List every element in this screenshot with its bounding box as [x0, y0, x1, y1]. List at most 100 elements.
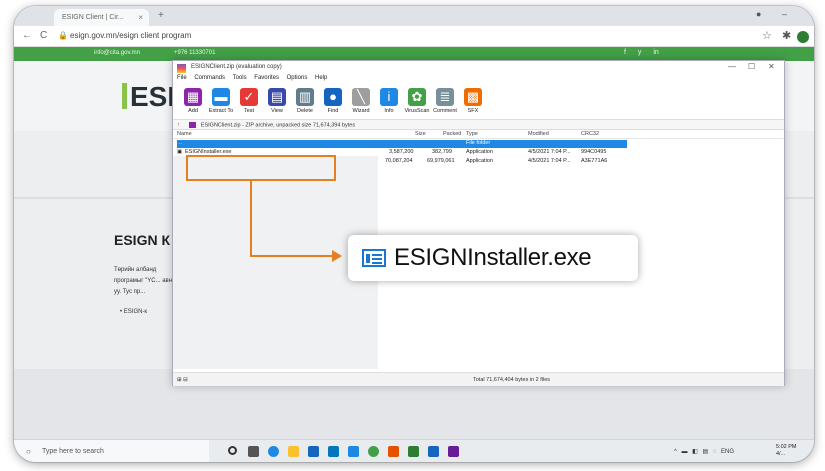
skype-icon[interactable]: [348, 446, 359, 457]
toolbar-button-label: SFX: [467, 108, 479, 114]
sfx-icon: ▩: [464, 88, 482, 106]
delete-bin-icon: ▥: [296, 88, 314, 106]
reload-icon[interactable]: C: [40, 30, 47, 41]
toolbar-button-label: Add: [188, 108, 198, 114]
menu-help[interactable]: Help: [315, 75, 327, 81]
file-modified: 4/5/2021 7:04 P...: [528, 149, 571, 155]
toolbar-button-delete[interactable]: ▥ Delete: [291, 88, 319, 114]
column-packed[interactable]: Packed: [443, 131, 461, 137]
view-book-icon: ▤: [268, 88, 286, 106]
close-icon[interactable]: ✕: [768, 62, 775, 71]
menu-favorites[interactable]: Favorites: [254, 75, 279, 81]
toolbar-button-test[interactable]: ✓ Test: [235, 88, 263, 114]
file-modified: 4/5/2021 7:04 P...: [528, 158, 571, 164]
toolbar-button-label: Extract To: [208, 108, 234, 114]
winrar-window: ESIGNClient.zip (evaluation copy) — ☐ ✕ …: [172, 60, 785, 386]
app-icon[interactable]: [428, 446, 439, 457]
app-icon[interactable]: [388, 446, 399, 457]
tab-close-icon[interactable]: ×: [138, 13, 143, 22]
toolbar-button-wizard[interactable]: ╲ Wizard: [347, 88, 375, 114]
file-crc: 994C0495: [581, 149, 607, 155]
social-icons[interactable]: f y in: [624, 49, 659, 56]
exe-file-icon: ▣: [177, 149, 183, 155]
status-text: Total 71,674,404 bytes in 2 files: [473, 377, 551, 383]
up-arrow-icon[interactable]: ↑: [177, 122, 180, 128]
browser-address-bar: ← C 🔒 esign.gov.mn/esign client program …: [14, 26, 814, 47]
mail-icon[interactable]: [328, 446, 339, 457]
cortana-icon[interactable]: [228, 446, 237, 455]
maximize-icon[interactable]: ☐: [748, 62, 755, 71]
new-tab-button[interactable]: +: [158, 10, 164, 21]
site-logo[interactable]: ESI: [130, 81, 175, 113]
highlight-box: [186, 155, 336, 181]
file-name: ..: [179, 140, 183, 146]
archive-path-bar: ↑ ESIGNClient.zip - ZIP archive, unpacke…: [173, 119, 784, 130]
clock-time: 5:02 PM: [776, 444, 797, 450]
column-crc32[interactable]: CRC32: [581, 131, 599, 137]
file-row[interactable]: .. File folder: [177, 140, 627, 148]
tab-title: ESIGN Client | Cir...: [62, 14, 124, 21]
back-arrow-icon[interactable]: ←: [22, 30, 32, 41]
logo-accent-bar: [122, 83, 127, 109]
winrar-taskbar-icon[interactable]: [448, 446, 459, 457]
file-explorer-icon[interactable]: [288, 446, 299, 457]
highlight-arrow-icon: [332, 250, 342, 262]
archive-path: ESIGNClient.zip - ZIP archive, unpacked …: [200, 122, 356, 129]
lock-icon: 🔒: [58, 31, 68, 40]
zip-archive-icon: [189, 122, 197, 128]
system-tray[interactable]: ^ ▬ ◧ ▤ ◌ ENG: [674, 448, 734, 455]
minimize-icon[interactable]: —: [728, 62, 736, 71]
site-email[interactable]: info@cita.gov.mn: [94, 50, 140, 56]
column-size[interactable]: Size: [415, 131, 426, 137]
file-type: File folder: [466, 140, 491, 146]
file-type: Application: [466, 158, 493, 164]
browser-tabstrip: ESIGN Client | Cir... × + ● –: [14, 6, 814, 26]
page-bullet-item[interactable]: • ESIGN-к: [120, 309, 147, 315]
store-icon[interactable]: [308, 446, 319, 457]
url-text[interactable]: esign.gov.mn/esign client program: [70, 31, 191, 40]
task-view-icon[interactable]: [248, 446, 259, 457]
window-maximize-icon[interactable]: –: [782, 9, 787, 19]
app-icon[interactable]: [408, 446, 419, 457]
menu-commands[interactable]: Commands: [194, 75, 225, 81]
status-icons[interactable]: ⊞ ⊟: [177, 377, 188, 383]
virusscan-icon: ✿: [408, 88, 426, 106]
menu-file[interactable]: File: [177, 75, 187, 81]
window-minimize-icon[interactable]: ●: [756, 9, 761, 19]
column-type[interactable]: Type: [466, 131, 478, 137]
toolbar-button-find[interactable]: ● Find: [319, 88, 347, 114]
column-name[interactable]: Name: [177, 131, 192, 137]
taskbar-clock[interactable]: 5:02 PM 4/...: [776, 444, 796, 458]
toolbar-button-extract-to[interactable]: ▬ Extract To: [207, 88, 235, 114]
toolbar-button-label: Info: [384, 108, 394, 114]
search-icon: ○: [26, 447, 31, 456]
toolbar-button-virusscan[interactable]: ✿ VirusScan: [403, 88, 431, 114]
toolbar-button-label: Test: [243, 108, 255, 114]
toolbar-button-label: Comment: [433, 108, 457, 114]
clock-date: 4/...: [776, 451, 786, 457]
chrome-icon[interactable]: [368, 446, 379, 457]
browser-tab[interactable]: ESIGN Client | Cir... ×: [54, 9, 149, 26]
toolbar-button-comment[interactable]: ≣ Comment: [431, 88, 459, 114]
toolbar-button-info[interactable]: i Info: [375, 88, 403, 114]
screenshot-stage: ESIGN Client | Cir... × + ● – ← C 🔒 esig…: [0, 0, 825, 471]
extensions-pin-icon[interactable]: ✱: [782, 29, 791, 42]
toolbar-button-label: VirusScan: [404, 108, 430, 114]
extract-folder-icon: ▬: [212, 88, 230, 106]
profile-avatar[interactable]: [797, 31, 809, 43]
toolbar-button-add[interactable]: ▦ Add: [179, 88, 207, 114]
column-modified[interactable]: Modified: [528, 131, 549, 137]
edge-browser-icon[interactable]: [268, 446, 279, 457]
menu-tools[interactable]: Tools: [233, 75, 247, 81]
search-placeholder: Type here to search: [42, 448, 104, 455]
winrar-menubar: File Commands Tools Favorites Options He…: [173, 75, 784, 86]
toolbar-button-sfx[interactable]: ▩ SFX: [459, 88, 487, 114]
find-magnifier-icon: ●: [324, 88, 342, 106]
menu-options[interactable]: Options: [287, 75, 308, 81]
bookmark-star-icon[interactable]: ☆: [762, 29, 772, 42]
winrar-titlebar: ESIGNClient.zip (evaluation copy) — ☐ ✕: [173, 61, 784, 75]
toolbar-button-view[interactable]: ▤ View: [263, 88, 291, 114]
info-icon: i: [380, 88, 398, 106]
taskbar-search[interactable]: ○ Type here to search: [14, 440, 209, 462]
file-type: Application: [466, 149, 493, 155]
